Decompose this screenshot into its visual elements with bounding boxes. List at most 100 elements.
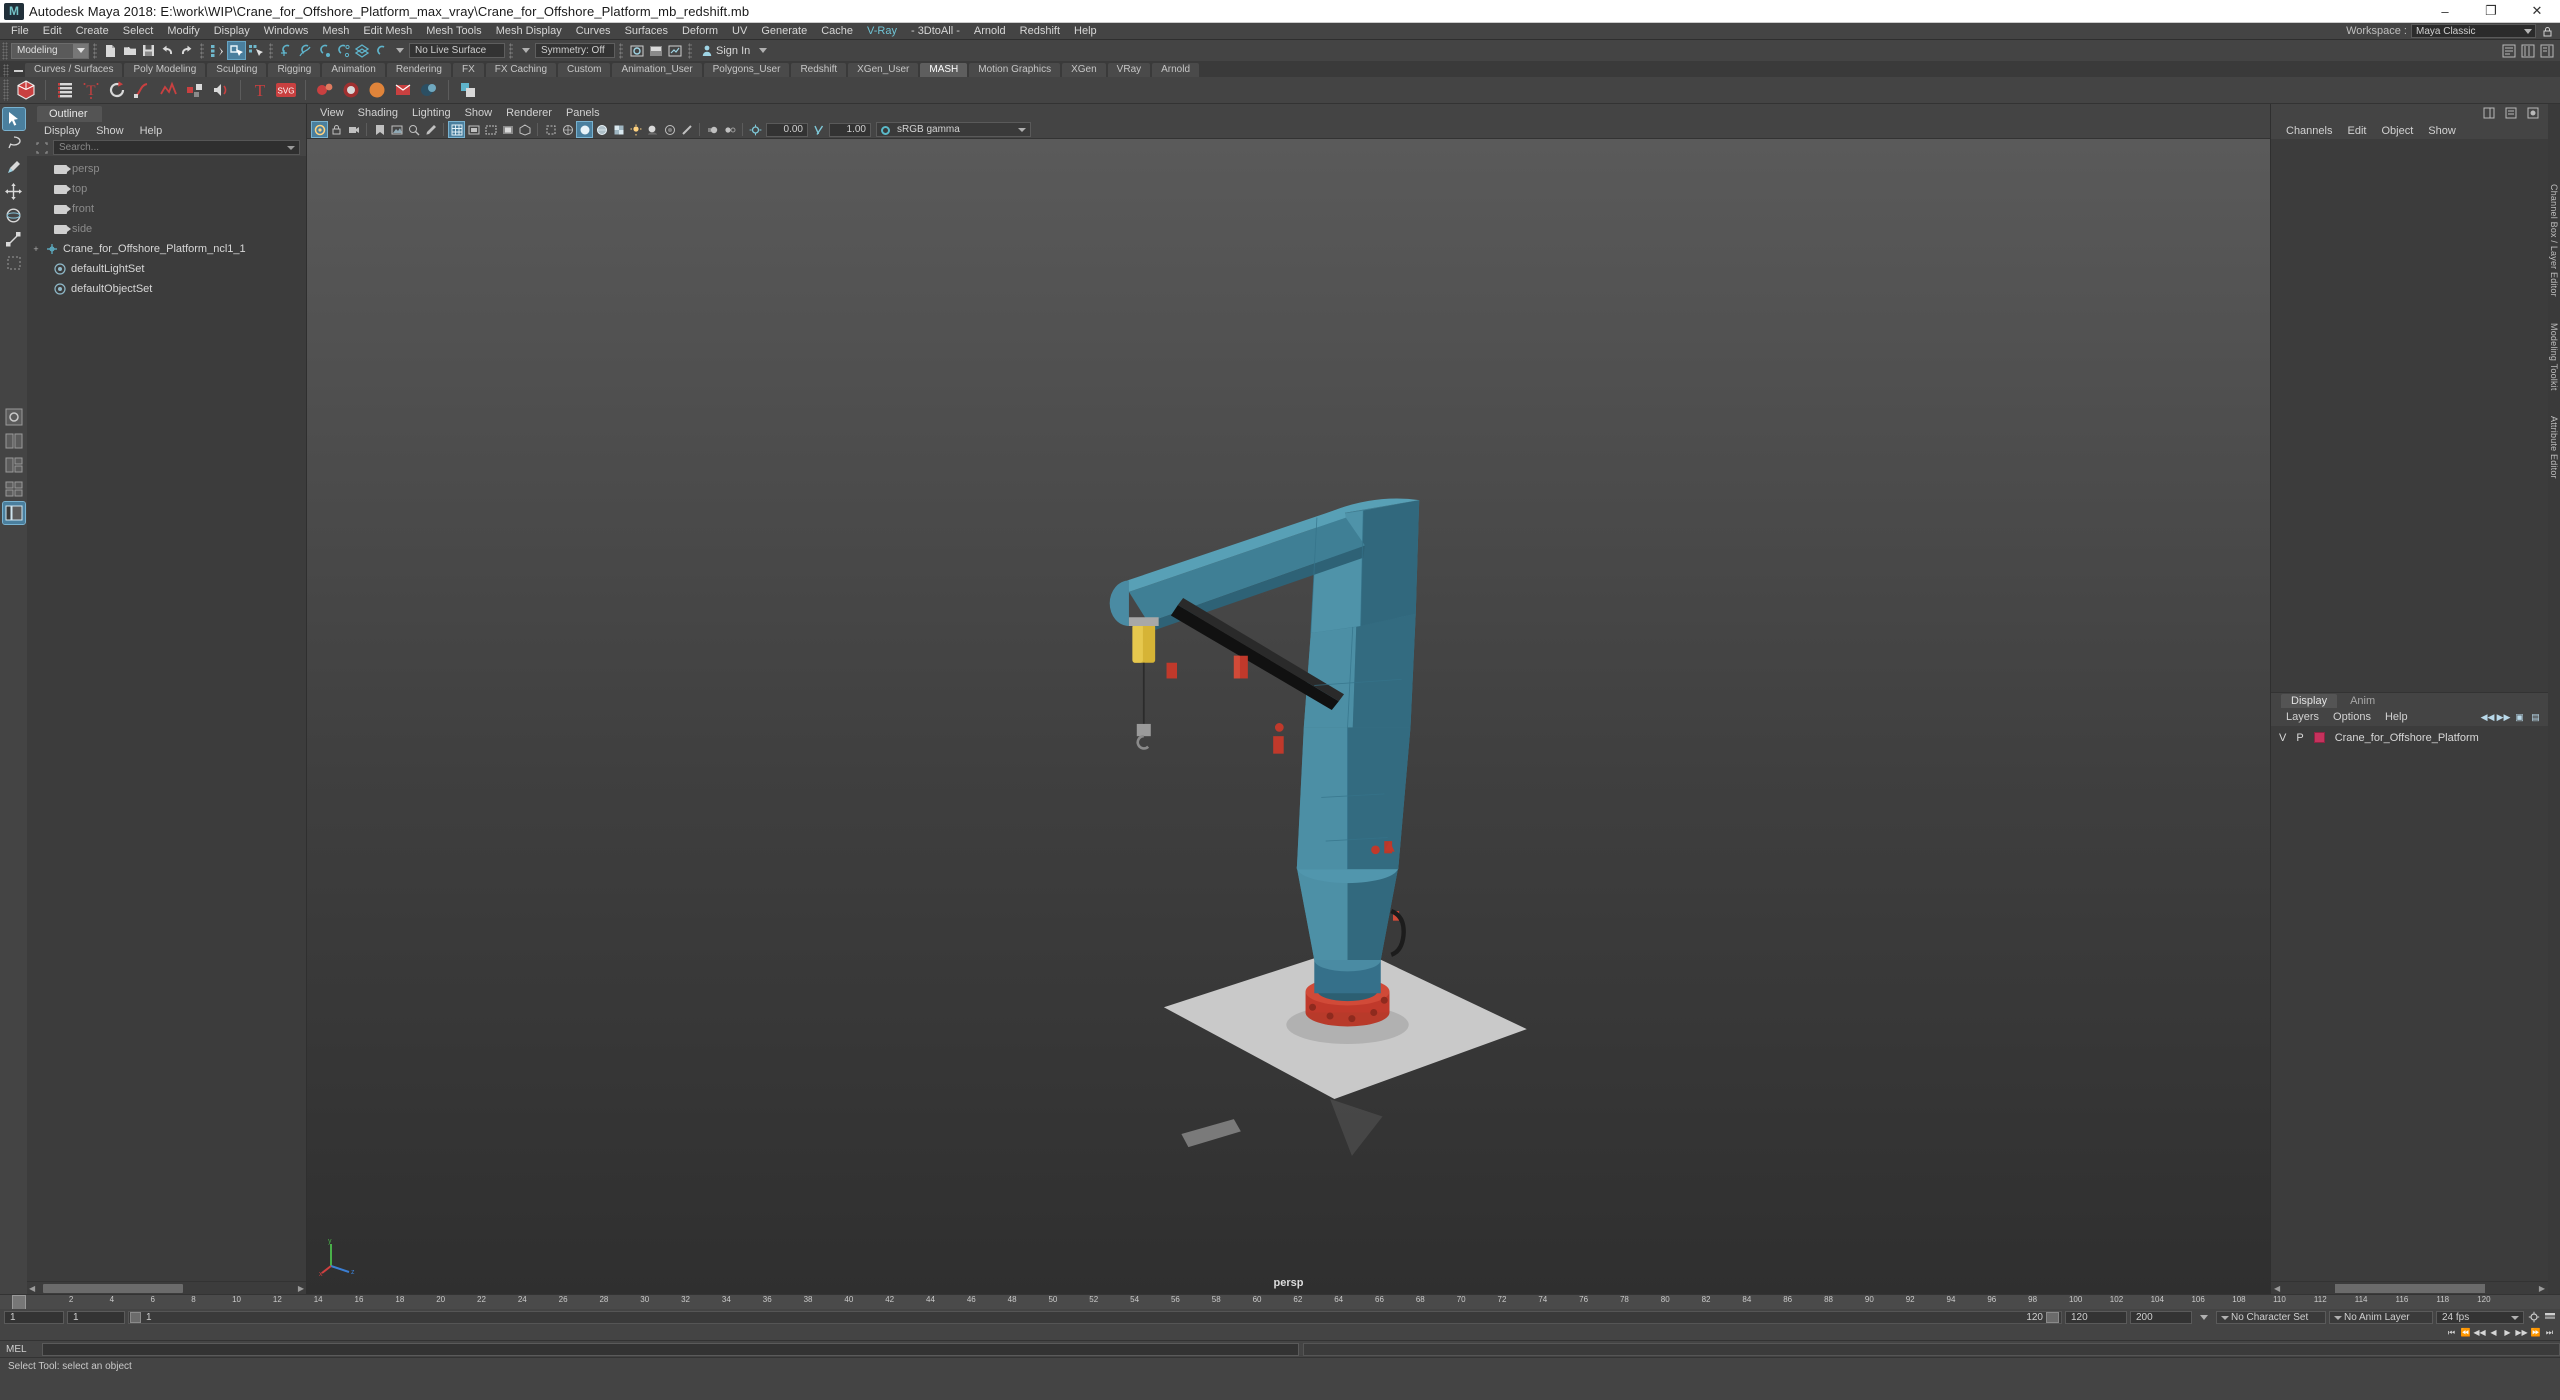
exposure-value[interactable]: 0.00 [766, 122, 808, 137]
shelf-tab-fx[interactable]: FX [452, 63, 484, 77]
wireframe-shading-icon[interactable] [560, 122, 575, 137]
viewport-menu-view[interactable]: View [313, 107, 351, 119]
character-set-select[interactable]: No Character Set [2216, 1310, 2326, 1324]
layer-row[interactable]: V P Crane_for_Offshore_Platform [2271, 729, 2548, 747]
command-language-label[interactable]: MEL [6, 1344, 38, 1355]
mash-svg-icon[interactable]: SVG [274, 78, 298, 102]
live-surface-field[interactable]: No Live Surface [409, 43, 505, 58]
scroll-thumb[interactable] [43, 1283, 184, 1293]
viewport-menu-lighting[interactable]: Lighting [405, 107, 458, 119]
menuset-select[interactable]: Modeling [11, 42, 89, 59]
scroll-right-icon[interactable]: ▶ [2539, 1284, 2545, 1293]
ambient-occlusion-icon[interactable] [662, 122, 677, 137]
expand-arrow-icon[interactable] [39, 224, 49, 234]
statusline-grip[interactable] [2, 41, 8, 60]
mash-distribute-icon[interactable] [53, 78, 77, 102]
outliner-menu-display[interactable]: Display [37, 125, 87, 137]
vtab-attribute-editor[interactable]: Attribute Editor [2549, 416, 2559, 479]
range-start-handle[interactable] [130, 1311, 141, 1323]
persp-viewport[interactable]: y z x persp [307, 139, 2270, 1294]
menu-file[interactable]: File [4, 23, 36, 40]
menu-help[interactable]: Help [1067, 23, 1104, 40]
channelbox-menu-object[interactable]: Object [2374, 125, 2420, 137]
crane-3d-model[interactable] [307, 139, 2270, 1294]
shelf-tab-curves-surfaces[interactable]: Curves / Surfaces [25, 63, 123, 77]
smooth-shade-all-icon[interactable] [576, 121, 593, 138]
lock-camera-icon[interactable] [329, 122, 344, 137]
snap-to-curve-icon[interactable] [297, 42, 314, 59]
playback-end-field[interactable]: 200 [2130, 1310, 2192, 1324]
textured-icon[interactable] [611, 122, 626, 137]
menu-generate[interactable]: Generate [754, 23, 814, 40]
viewport-menu-shading[interactable]: Shading [351, 107, 405, 119]
shelf-tab-redshift[interactable]: Redshift [791, 63, 847, 77]
step-back-key-icon[interactable]: ◀◀ [2473, 1326, 2486, 1339]
film-gate-icon[interactable] [466, 122, 481, 137]
shelf-tab-animation[interactable]: Animation [322, 63, 385, 77]
motion-blur-icon[interactable] [705, 122, 720, 137]
antialiasing-icon[interactable] [679, 122, 694, 137]
attribute-editor-toggle-icon[interactable] [2502, 105, 2519, 122]
grid-icon[interactable] [448, 121, 465, 138]
rotate-tool[interactable] [3, 204, 25, 226]
menu-create[interactable]: Create [69, 23, 116, 40]
redo-icon[interactable] [178, 42, 195, 59]
mash-random-icon[interactable] [183, 78, 207, 102]
open-scene-icon[interactable] [121, 42, 138, 59]
paint-select-tool[interactable] [3, 156, 25, 178]
shelf-tab-fx-caching[interactable]: FX Caching [485, 63, 557, 77]
shelf-tab-motion-graphics[interactable]: Motion Graphics [969, 63, 1061, 77]
layer-tab-anim[interactable]: Anim [2340, 694, 2385, 708]
anim-layer-select[interactable]: No Anim Layer [2329, 1310, 2433, 1324]
shelf-tab-sculpting[interactable]: Sculpting [207, 63, 267, 77]
select-tool[interactable] [1, 107, 26, 131]
layout-three-panes-icon[interactable] [3, 454, 25, 476]
step-back-frame-icon[interactable]: ⏪ [2459, 1326, 2472, 1339]
outliner-tab[interactable]: Outliner [37, 106, 102, 122]
step-forward-key-icon[interactable]: ▶▶ [2515, 1326, 2528, 1339]
ipr-render-icon[interactable] [647, 42, 664, 59]
range-start-field[interactable]: 1 [67, 1310, 125, 1324]
shelf-tab-arnold[interactable]: Arnold [1152, 63, 1200, 77]
mash-color-icon[interactable] [339, 78, 363, 102]
expand-arrow-icon[interactable] [39, 284, 49, 294]
workspace-select[interactable]: Maya Classic [2411, 24, 2536, 38]
shelf-tab-custom[interactable]: Custom [558, 63, 611, 77]
open-tool-settings-icon[interactable] [2519, 42, 2536, 59]
save-scene-icon[interactable] [140, 42, 157, 59]
shelf-icons-grip[interactable] [3, 79, 9, 101]
menu-curves[interactable]: Curves [569, 23, 618, 40]
snap-to-grid-icon[interactable] [278, 42, 295, 59]
open-attribute-editor-icon[interactable] [2500, 42, 2517, 59]
menu-uv[interactable]: UV [725, 23, 754, 40]
layout-persp-outliner-icon[interactable] [1, 501, 26, 525]
mash-signal-icon[interactable] [157, 78, 181, 102]
viewport-menu-panels[interactable]: Panels [559, 107, 607, 119]
create-empty-layer-icon[interactable]: ▣ [2513, 711, 2526, 724]
scroll-thumb[interactable] [2334, 1283, 2485, 1293]
menu-3dtoall[interactable]: - 3DtoAll - [904, 23, 967, 40]
shelf-tab-rendering[interactable]: Rendering [386, 63, 451, 77]
go-to-start-icon[interactable]: ⏮ [2445, 1326, 2458, 1339]
command-input[interactable] [42, 1342, 1299, 1356]
modeling-toolkit-toggle-icon[interactable] [2524, 105, 2541, 122]
channel-box-toggle-icon[interactable] [2480, 105, 2497, 122]
image-plane-icon[interactable] [389, 122, 404, 137]
mash-type-icon[interactable]: T [248, 78, 272, 102]
menu-edit-mesh[interactable]: Edit Mesh [356, 23, 419, 40]
chevron-down-icon[interactable] [396, 48, 404, 53]
menu-surfaces[interactable]: Surfaces [618, 23, 675, 40]
channelbox-menu-edit[interactable]: Edit [2340, 125, 2373, 137]
expand-arrow-icon[interactable] [39, 204, 49, 214]
gamma-icon[interactable] [811, 122, 826, 137]
fps-select[interactable]: 24 fps [2436, 1310, 2524, 1324]
chevron-down-icon[interactable] [759, 48, 768, 53]
grease-pencil-icon[interactable] [423, 122, 438, 137]
select-filter-icon[interactable] [35, 141, 48, 154]
mash-text-icon[interactable]: T [79, 78, 103, 102]
play-forwards-icon[interactable]: ▶ [2501, 1326, 2514, 1339]
snap-to-normal-icon[interactable] [373, 42, 390, 59]
outliner-menu-show[interactable]: Show [89, 125, 131, 137]
mash-orange-icon[interactable] [365, 78, 389, 102]
menu-cache[interactable]: Cache [814, 23, 860, 40]
